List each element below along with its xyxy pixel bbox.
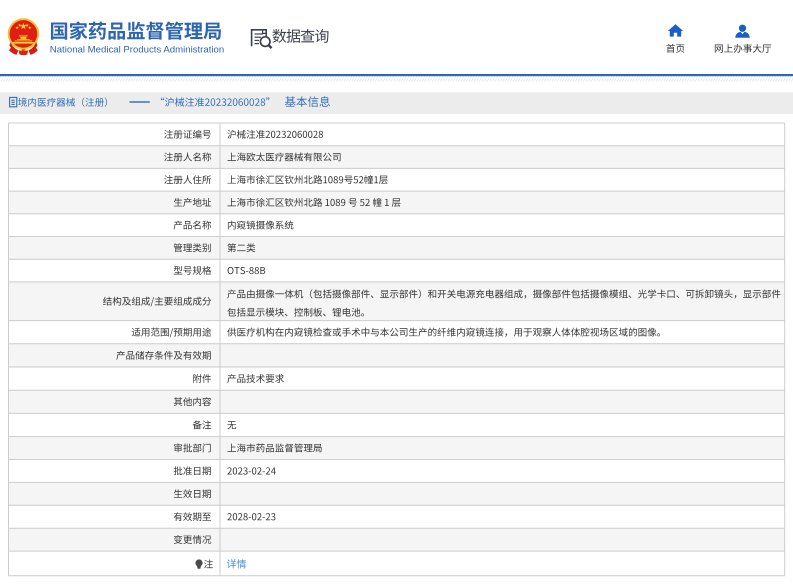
svg-text:National Medical Products Admi: National Medical Products Administration bbox=[50, 44, 224, 55]
